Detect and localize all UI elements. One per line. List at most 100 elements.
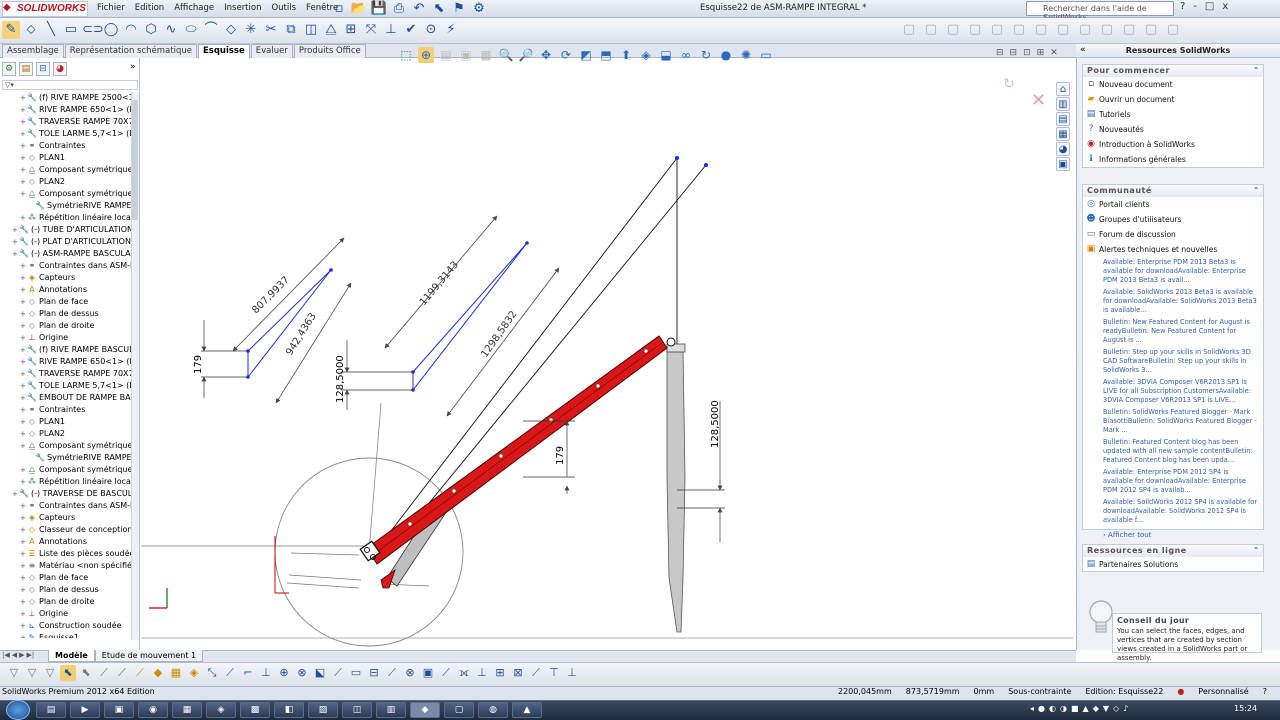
- tree-expand-icon[interactable]: +: [12, 236, 19, 248]
- relation-icon[interactable]: ⟗: [456, 665, 472, 681]
- relation-icon[interactable]: ▦: [168, 665, 184, 681]
- tree-expand-icon[interactable]: +: [20, 524, 27, 536]
- tree-item[interactable]: + ⚭ Contraintes dans ASM-RA: [20, 260, 136, 272]
- taskbar-app-icon[interactable]: ◈: [206, 702, 236, 718]
- tree-expand-icon[interactable]: +: [20, 188, 27, 200]
- ellipse-icon[interactable]: ⬭: [182, 21, 200, 39]
- link-nouveautes[interactable]: ? Nouveautés: [1083, 122, 1263, 137]
- close-button[interactable]: x: [1222, 1, 1228, 12]
- tree-item[interactable]: + ⚭ Contraintes: [20, 140, 85, 152]
- assembly-tool-icon[interactable]: ▢: [944, 21, 962, 39]
- relation-icon[interactable]: ⟋: [222, 665, 238, 681]
- tree-expand-icon[interactable]: +: [20, 296, 27, 308]
- news-item[interactable]: Available: Enterprise PDM 2013 Beta3 is …: [1083, 257, 1263, 287]
- tree-item[interactable]: + ≡ Matériau <non spécifié>: [20, 560, 136, 572]
- relation-icon[interactable]: ◆: [150, 665, 166, 681]
- assembly-tool-icon[interactable]: ▢: [1164, 21, 1182, 39]
- circle-icon[interactable]: ◯: [102, 21, 120, 39]
- relation-icon[interactable]: ⟋: [384, 665, 400, 681]
- linear-pattern-icon[interactable]: ⊞: [342, 21, 360, 39]
- pan-icon[interactable]: ✥: [538, 47, 554, 63]
- assembly-tool-icon[interactable]: ▢: [900, 21, 918, 39]
- news-item[interactable]: Available: SolidWorks 2013 Beta3 is avai…: [1083, 287, 1263, 317]
- dim-179-left[interactable]: 179: [193, 355, 204, 374]
- viewport-close-icon[interactable]: ✕: [1050, 48, 1058, 58]
- rotate-icon[interactable]: ⟳: [558, 47, 574, 63]
- relation-icon[interactable]: ▭: [348, 665, 364, 681]
- tree-item[interactable]: + ⧋ Composant symétrique2: [20, 188, 136, 200]
- relation-icon[interactable]: ⟋: [114, 665, 130, 681]
- tray-icon[interactable]: ▼: [1103, 704, 1109, 713]
- exit-sketch-icon[interactable]: ↻: [1003, 76, 1015, 92]
- news-item[interactable]: Bulletin: New Featured Content for Augus…: [1083, 317, 1263, 347]
- point-icon[interactable]: ✳: [242, 21, 260, 39]
- assembly-tool-icon[interactable]: ▢: [1032, 21, 1050, 39]
- move-entities-icon[interactable]: ⤧: [362, 21, 380, 39]
- view-palette-tab-icon[interactable]: ▦: [1056, 127, 1070, 141]
- undo-icon[interactable]: ↶: [410, 0, 428, 18]
- status-help-icon[interactable]: ?: [1263, 687, 1267, 696]
- convert-entities-icon[interactable]: ⧉: [282, 21, 300, 39]
- spline-icon[interactable]: ∿: [162, 21, 180, 39]
- perspective-icon[interactable]: ●: [718, 47, 734, 63]
- appearances-tab-icon[interactable]: ◕: [1056, 142, 1070, 156]
- tree-expand-icon[interactable]: +: [20, 560, 27, 572]
- collapse-chevron-icon[interactable]: ⌃: [1253, 185, 1260, 197]
- new-doc-icon[interactable]: ▫: [330, 0, 348, 18]
- view-orientation-icon[interactable]: ▦: [478, 47, 494, 63]
- relation-icon[interactable]: ⬕: [312, 665, 328, 681]
- file-explorer-tab-icon[interactable]: ▤: [1056, 112, 1070, 126]
- status-units[interactable]: Personnalisé: [1198, 687, 1248, 696]
- tree-item[interactable]: +🔧 (f) RIVE RAMPE BASCULA: [20, 344, 136, 356]
- tray-icon[interactable]: ♪: [1123, 704, 1128, 713]
- taskbar-app-icon[interactable]: ◍: [478, 702, 508, 718]
- tree-item[interactable]: + ⊥ Origine: [20, 608, 68, 620]
- tree-item[interactable]: + ⧋ Composant symétrique1: [20, 440, 136, 452]
- taskbar-clock[interactable]: 15:24: [1234, 704, 1257, 713]
- taskbar-app-icon[interactable]: ▦: [172, 702, 202, 718]
- tree-item[interactable]: +🔧 (-) ASM-RAMPE BASCULANT: [12, 248, 136, 260]
- menu-affichage[interactable]: Affichage: [169, 2, 219, 16]
- tree-item[interactable]: + ◇ Classeur de conception: [20, 524, 133, 536]
- news-item[interactable]: Available: 3DVIA Composer V6R2013 SP1 is…: [1083, 377, 1263, 407]
- tree-expand-icon[interactable]: +: [20, 128, 27, 140]
- link-tutoriels[interactable]: ▤ Tutoriels: [1083, 107, 1263, 122]
- tree-item[interactable]: + ⊾ Construction soudée: [20, 620, 122, 632]
- custom-properties-tab-icon[interactable]: ▣: [1056, 157, 1070, 171]
- taskbar-app-icon[interactable]: ▥: [376, 702, 406, 718]
- tree-item[interactable]: +☰Liste des pièces soudées(1: [20, 548, 136, 560]
- tree-item[interactable]: + ◇ Plan de face: [20, 296, 88, 308]
- tree-expand-icon[interactable]: +: [20, 416, 27, 428]
- tree-expand-icon[interactable]: +: [20, 368, 27, 380]
- tree-item[interactable]: +🔧 TRAVERSE RAMPE 70X70: [20, 116, 136, 128]
- relation-icon[interactable]: ▣: [420, 665, 436, 681]
- select-arrow-icon[interactable]: ⬉: [60, 665, 76, 681]
- graphics-area[interactable]: 179 128,5000 807,9937 942,4363 179 1199,…: [141, 58, 1073, 650]
- tab-evaluer[interactable]: Evaluer: [250, 44, 293, 58]
- tree-expand-icon[interactable]: +: [20, 428, 27, 440]
- relation-icon[interactable]: ⟋: [96, 665, 112, 681]
- tree-item[interactable]: +🔧 EMBOUT DE RAMPE BASC: [20, 392, 136, 404]
- relation-icon[interactable]: ⊤: [546, 665, 562, 681]
- assembly-tool-icon[interactable]: ▢: [1054, 21, 1072, 39]
- display-relations-icon[interactable]: ⊥: [382, 21, 400, 39]
- tree-item[interactable]: + ◈ Capteurs: [20, 272, 75, 284]
- next-tab-arrow-icon[interactable]: ▶: [19, 651, 24, 659]
- quick-snaps-icon[interactable]: ⊙: [422, 21, 440, 39]
- tree-expand-icon[interactable]: +: [20, 392, 27, 404]
- collapse-chevron-icon[interactable]: ⌃: [1253, 65, 1260, 77]
- tree-item[interactable]: +🔧 RIVE RAMPE 650<1> (Déf: [20, 356, 136, 368]
- tree-expand-icon[interactable]: +: [20, 608, 27, 620]
- taskbar-explorer-icon[interactable]: ▤: [36, 702, 66, 718]
- tab-etude-mouvement[interactable]: Etude de mouvement 1: [94, 650, 204, 662]
- help-button[interactable]: ?: [1180, 1, 1185, 12]
- tree-expand-icon[interactable]: +: [20, 548, 27, 560]
- taskbar-app-icon[interactable]: ▨: [308, 702, 338, 718]
- tree-expand-icon[interactable]: +: [20, 584, 27, 596]
- tree-item[interactable]: + ◇ PLAN2: [20, 428, 65, 440]
- last-tab-arrow-icon[interactable]: ▶|: [27, 651, 35, 659]
- tray-icon[interactable]: ◑: [1060, 704, 1067, 713]
- tree-item[interactable]: +🔧 (-) TUBE D'ARTICULATION D: [12, 224, 136, 236]
- tree-expand-icon[interactable]: +: [12, 248, 19, 260]
- tab-representation-schematique[interactable]: Représentation schématique: [64, 44, 197, 58]
